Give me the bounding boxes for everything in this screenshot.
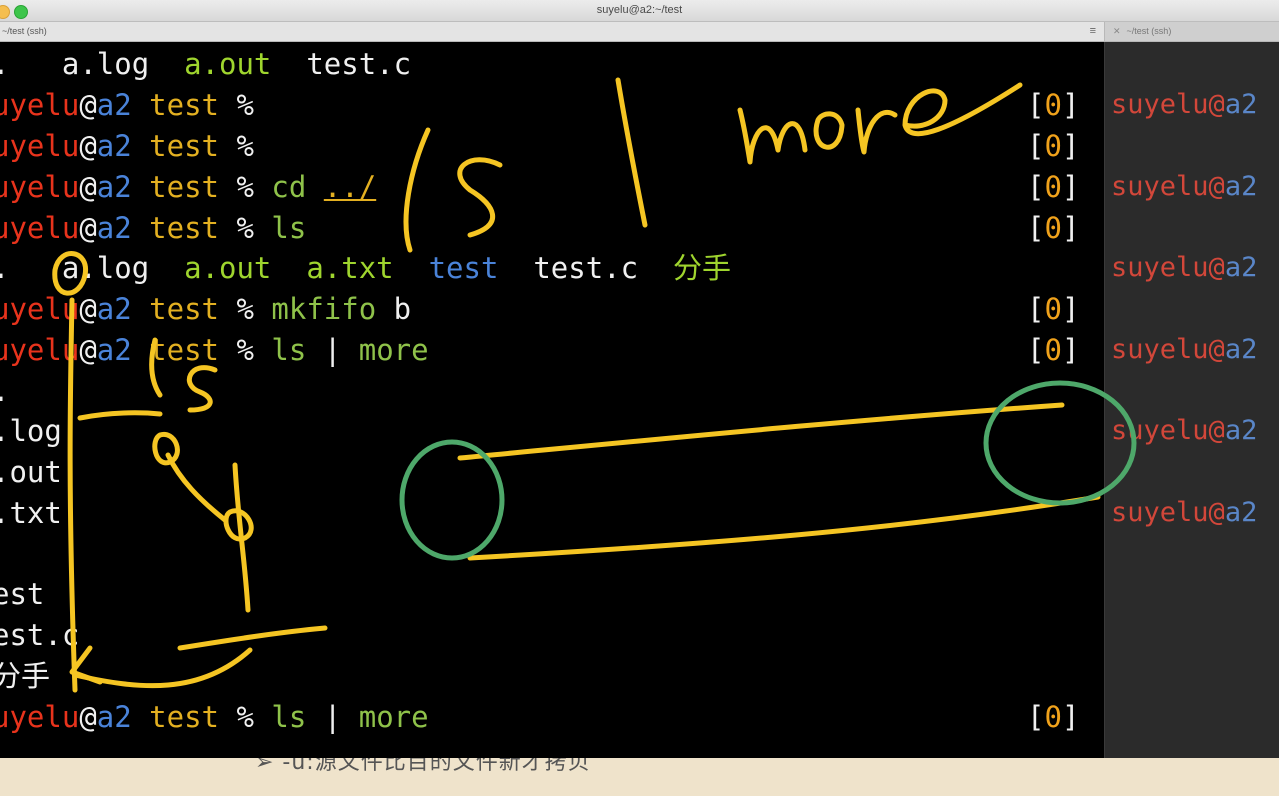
terminal-line: . a.log a.out test.c (0, 47, 412, 81)
window-title: suyelu@a2:~/test (596, 4, 683, 16)
terminal-pane[interactable]: . a.log a.out test.c uyelu@a2 test % [0]… (0, 42, 1104, 758)
close-icon[interactable]: ✕ (1113, 26, 1121, 36)
prompt-line: uyelu@a2 test % ls | more (0, 333, 429, 367)
prompt-line: uyelu@a2 test % cd ../ (0, 170, 377, 204)
tab-inactive[interactable]: ✕ ~/test (ssh) (1104, 22, 1279, 41)
tab-active[interactable]: ~/test (ssh) ≡ (0, 22, 1104, 41)
tab-label: ~/test (ssh) (2, 26, 47, 36)
ls-output: . a.log a.out a.txt test test.c 分手 (0, 251, 732, 285)
slide-text: ➢ -u:源文件比目的文件新才拷贝 (255, 758, 591, 775)
exit-status: [0] (1027, 333, 1080, 367)
side-prompt: suyelu@a2 (1111, 334, 1258, 365)
exit-status: [0] (1027, 88, 1080, 122)
exit-status: [0] (1027, 129, 1080, 163)
more-output-line: .out (0, 455, 62, 489)
more-output-line: .txt (0, 496, 62, 530)
side-prompt: suyelu@a2 (1111, 171, 1258, 202)
side-terminal-pane[interactable]: suyelu@a2 suyelu@a2 suyelu@a2 suyelu@a2 … (1104, 42, 1279, 758)
more-output-line: 分手 (0, 659, 51, 693)
tab-label: ~/test (ssh) (1126, 26, 1172, 36)
slide-background: ➢ -u:源文件比目的文件新才拷贝 (0, 758, 1279, 796)
exit-status: [0] (1027, 700, 1080, 734)
more-output-line: . (0, 371, 9, 411)
exit-status: [0] (1027, 170, 1080, 204)
tab-bar: ~/test (ssh) ≡ ✕ ~/test (ssh) (0, 22, 1279, 42)
exit-status: [0] (1027, 292, 1080, 326)
side-prompt: suyelu@a2 (1111, 89, 1258, 120)
side-prompt: suyelu@a2 (1111, 252, 1258, 283)
more-output-line: est.c (0, 618, 80, 652)
more-output-line: .log (0, 414, 62, 448)
prompt-line: uyelu@a2 test % (0, 88, 254, 122)
exit-status: [0] (1027, 211, 1080, 245)
more-output-line: est (0, 577, 45, 611)
prompt-line: uyelu@a2 test % mkfifo b (0, 292, 412, 326)
side-prompt: suyelu@a2 (1111, 415, 1258, 446)
prompt-line: uyelu@a2 test % (0, 129, 254, 163)
hamburger-icon[interactable]: ≡ (1090, 22, 1096, 41)
title-bar: suyelu@a2:~/test (0, 0, 1279, 22)
prompt-line: uyelu@a2 test % ls (0, 211, 307, 245)
side-prompt: suyelu@a2 (1111, 497, 1258, 528)
prompt-line: uyelu@a2 test % ls | more (0, 700, 429, 734)
